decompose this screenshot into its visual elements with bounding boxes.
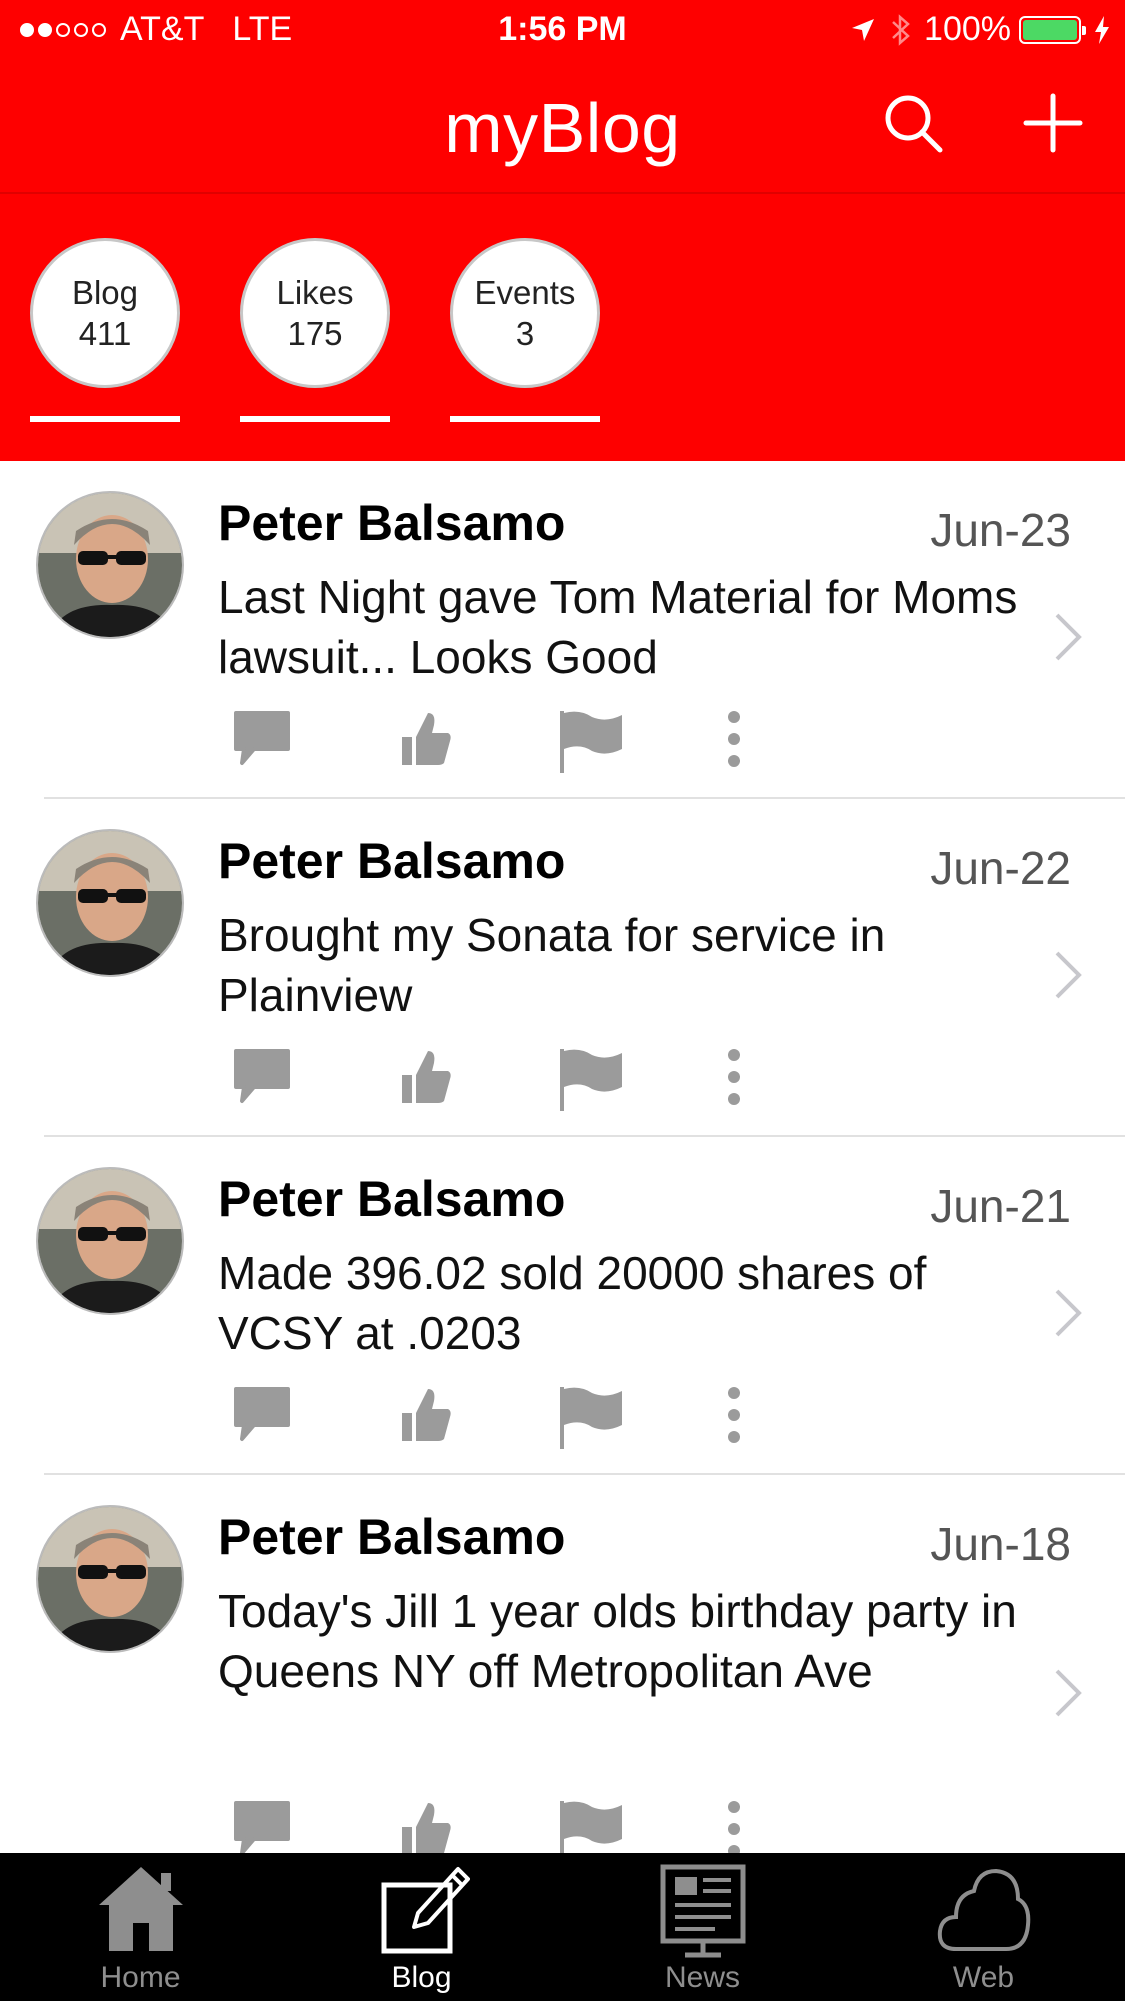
tab-blog[interactable]: Blog (281, 1853, 562, 2001)
profile-photo (38, 1169, 182, 1313)
plus-icon (1023, 93, 1083, 153)
post-text: Today's Jill 1 year olds birthday party … (218, 1585, 1017, 1697)
stat-value: 175 (287, 315, 343, 352)
avatar[interactable] (36, 1167, 184, 1315)
battery-icon (1019, 15, 1086, 44)
stat-label: Likes (276, 274, 354, 311)
post-text: Made 396.02 sold 20000 shares of VCSY at… (218, 1247, 927, 1359)
chevron-right-icon (1055, 613, 1082, 661)
flag-icon[interactable] (558, 1385, 624, 1451)
news-icon (660, 1864, 745, 1958)
stat-underline (30, 416, 180, 422)
stat-value: 3 (515, 315, 535, 352)
list-item[interactable]: Peter Balsamo Jun-22 Brought my Sonata f… (0, 799, 1125, 1137)
avatar[interactable] (36, 491, 184, 639)
stat-circle: Likes 175 (240, 238, 390, 388)
stat-underline (450, 416, 600, 422)
tab-label: Home (100, 1961, 181, 1994)
navigation-bar: myBlog (0, 62, 1125, 192)
tab-web[interactable]: Web (843, 1853, 1124, 2001)
stat-underline (240, 416, 390, 422)
flag-icon[interactable] (558, 709, 624, 775)
post-actions (232, 1047, 772, 1111)
add-post-button[interactable] (1018, 88, 1088, 158)
post-text: Brought my Sonata for service in Plainvi… (218, 909, 886, 1021)
nav-divider (0, 192, 1125, 194)
avatar[interactable] (36, 1505, 184, 1653)
tab-news[interactable]: News (562, 1853, 843, 2001)
flag-icon[interactable] (558, 1047, 624, 1113)
status-bar: AT&T LTE 1:56 PM 100% (0, 0, 1125, 62)
chevron-right-icon (1055, 951, 1082, 999)
post-date: Jun-18 (930, 1518, 1071, 1570)
stat-value: 411 (78, 315, 132, 352)
comment-icon[interactable] (232, 709, 292, 767)
blog-feed[interactable]: Peter Balsamo Jun-23 Last Night gave Tom… (0, 461, 1125, 1853)
profile-photo (38, 493, 182, 637)
post-text: Last Night gave Tom Material for Moms la… (218, 571, 1018, 683)
comment-icon[interactable] (232, 1799, 292, 1853)
tab-label: Blog (391, 1961, 452, 1994)
comment-icon[interactable] (232, 1385, 292, 1443)
chevron-right-icon (1055, 1289, 1082, 1337)
tab-label: News (664, 1961, 740, 1994)
list-item[interactable]: Peter Balsamo Jun-23 Last Night gave Tom… (0, 461, 1125, 799)
profile-photo (38, 1507, 182, 1651)
stat-circle: Blog 411 (30, 238, 180, 388)
location-arrow-icon (852, 18, 875, 41)
thumbs-up-icon[interactable] (398, 1385, 454, 1445)
tab-label: Web (952, 1961, 1015, 1994)
post-actions (232, 1385, 772, 1449)
stat-events[interactable]: Events 3 (450, 238, 600, 422)
header-area: AT&T LTE 1:56 PM 100% myBlog Blog 411 Li… (0, 0, 1125, 461)
more-vertical-icon[interactable] (726, 1047, 742, 1107)
post-date: Jun-23 (930, 504, 1071, 556)
blog-edit-icon (381, 1867, 470, 1954)
bluetooth-icon (892, 13, 910, 46)
status-right: 100% (850, 10, 1111, 49)
post-actions (232, 1799, 772, 1853)
stats-row: Blog 411 Likes 175 Events 3 (0, 238, 1125, 428)
chevron-right-icon (1055, 1669, 1082, 1717)
thumbs-up-icon[interactable] (398, 1799, 454, 1853)
avatar[interactable] (36, 829, 184, 977)
cloud-icon (937, 1868, 1030, 1951)
home-icon (98, 1867, 183, 1951)
stat-label: Blog (71, 274, 139, 311)
more-vertical-icon[interactable] (726, 709, 742, 769)
stat-likes[interactable]: Likes 175 (240, 238, 390, 422)
tab-home[interactable]: Home (0, 1853, 281, 2001)
app-title: myBlog (444, 89, 681, 167)
more-vertical-icon[interactable] (726, 1385, 742, 1445)
thumbs-up-icon[interactable] (398, 1047, 454, 1107)
post-actions (232, 709, 772, 773)
battery-percent: 100% (924, 10, 1011, 48)
post-author: Peter Balsamo (218, 1509, 566, 1565)
charging-bolt-icon (1095, 15, 1109, 44)
search-button[interactable] (878, 88, 948, 158)
more-vertical-icon[interactable] (726, 1799, 742, 1853)
post-author: Peter Balsamo (218, 495, 566, 551)
flag-icon[interactable] (558, 1799, 624, 1853)
post-author: Peter Balsamo (218, 1171, 566, 1227)
profile-photo (38, 831, 182, 975)
search-icon (885, 95, 943, 153)
stat-label: Events (474, 274, 576, 311)
tab-bar: Home Blog News Web (0, 1853, 1125, 2001)
comment-icon[interactable] (232, 1047, 292, 1105)
post-date: Jun-22 (930, 842, 1071, 894)
thumbs-up-icon[interactable] (398, 709, 454, 769)
stat-circle: Events 3 (450, 238, 600, 388)
post-date: Jun-21 (930, 1180, 1071, 1232)
list-item[interactable]: Peter Balsamo Jun-21 Made 396.02 sold 20… (0, 1137, 1125, 1475)
stat-blog[interactable]: Blog 411 (30, 238, 180, 422)
post-author: Peter Balsamo (218, 833, 566, 889)
list-item[interactable]: Peter Balsamo Jun-18 Today's Jill 1 year… (0, 1475, 1125, 1853)
